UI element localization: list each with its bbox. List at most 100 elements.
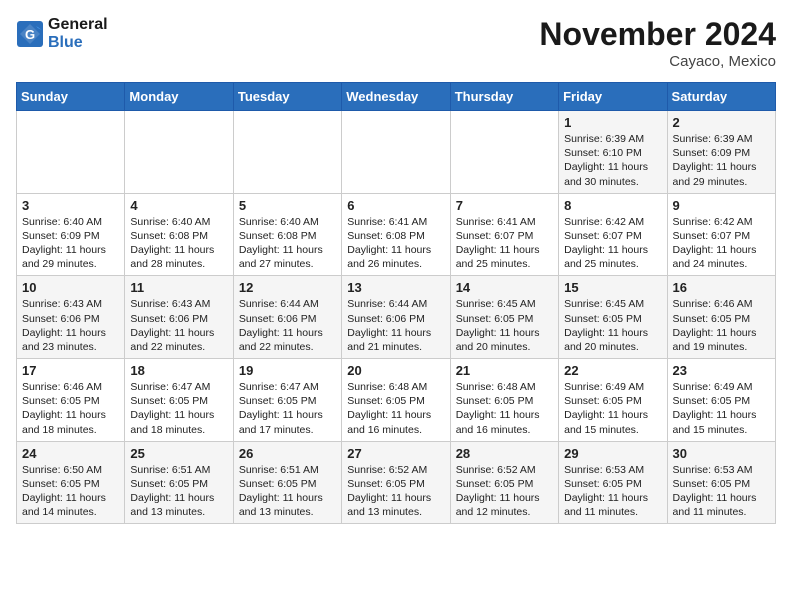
svg-text:G: G xyxy=(25,27,35,42)
day-number: 29 xyxy=(564,446,661,461)
calendar-cell: 6 Sunrise: 6:41 AM Sunset: 6:08 PM Daylig… xyxy=(342,193,450,276)
day-number: 21 xyxy=(456,363,553,378)
calendar-cell: 17Sunrise: 6:46 AM Sunset: 6:05 PM Dayli… xyxy=(17,359,125,442)
calendar-cell: 30 Sunrise: 6:53 AM Sunset: 6:05 PM Dayli… xyxy=(667,441,775,524)
cell-content: Sunrise: 6:50 AM Sunset: 6:05 PM Dayligh… xyxy=(22,463,119,520)
day-number: 19 xyxy=(239,363,336,378)
calendar-cell: 16 Sunrise: 6:46 AM Sunset: 6:05 PM Dayli… xyxy=(667,276,775,359)
day-number: 2 xyxy=(673,115,770,130)
cell-content: Sunrise: 6:40 AM Sunset: 6:08 PM Dayligh… xyxy=(130,215,227,272)
page-header: G General Blue November 2024 Cayaco, Mex… xyxy=(16,16,776,70)
calendar-cell: 27 Sunrise: 6:52 AM Sunset: 6:05 PM Dayli… xyxy=(342,441,450,524)
cell-content: Sunrise: 6:49 AM Sunset: 6:05 PM Dayligh… xyxy=(564,380,661,437)
header-wednesday: Wednesday xyxy=(342,83,450,111)
calendar-cell: 25 Sunrise: 6:51 AM Sunset: 6:05 PM Dayli… xyxy=(125,441,233,524)
day-number: 13 xyxy=(347,280,444,295)
calendar-cell: 24 Sunrise: 6:50 AM Sunset: 6:05 PM Dayli… xyxy=(17,441,125,524)
cell-content: Sunrise: 6:45 AM Sunset: 6:05 PM Dayligh… xyxy=(456,297,553,354)
calendar-cell: 26 Sunrise: 6:51 AM Sunset: 6:05 PM Dayli… xyxy=(233,441,341,524)
calendar-cell: 15 Sunrise: 6:45 AM Sunset: 6:05 PM Dayli… xyxy=(559,276,667,359)
cell-content: Sunrise: 6:52 AM Sunset: 6:05 PM Dayligh… xyxy=(456,463,553,520)
calendar-cell: 8 Sunrise: 6:42 AM Sunset: 6:07 PM Daylig… xyxy=(559,193,667,276)
header-saturday: Saturday xyxy=(667,83,775,111)
calendar-cell: 22 Sunrise: 6:49 AM Sunset: 6:05 PM Dayli… xyxy=(559,359,667,442)
day-number: 22 xyxy=(564,363,661,378)
cell-content: Sunrise: 6:39 AM Sunset: 6:09 PM Dayligh… xyxy=(673,132,770,189)
calendar-cell: 28 Sunrise: 6:52 AM Sunset: 6:05 PM Dayli… xyxy=(450,441,558,524)
header-monday: Monday xyxy=(125,83,233,111)
calendar-cell xyxy=(450,111,558,194)
cell-content: Sunrise: 6:53 AM Sunset: 6:05 PM Dayligh… xyxy=(564,463,661,520)
cell-content: Sunrise: 6:53 AM Sunset: 6:05 PM Dayligh… xyxy=(673,463,770,520)
day-number: 15 xyxy=(564,280,661,295)
cell-content: Sunrise: 6:42 AM Sunset: 6:07 PM Dayligh… xyxy=(673,215,770,272)
title-block: November 2024 Cayaco, Mexico xyxy=(539,16,776,70)
calendar-cell: 11 Sunrise: 6:43 AM Sunset: 6:06 PM Dayli… xyxy=(125,276,233,359)
day-number: 4 xyxy=(130,198,227,213)
cell-content: Sunrise: 6:41 AM Sunset: 6:08 PM Dayligh… xyxy=(347,215,444,272)
day-number: 27 xyxy=(347,446,444,461)
day-number: 20 xyxy=(347,363,444,378)
day-number: 28 xyxy=(456,446,553,461)
calendar-cell: 20Sunrise: 6:48 AM Sunset: 6:05 PM Dayli… xyxy=(342,359,450,442)
day-number: 23 xyxy=(673,363,770,378)
day-number: 9 xyxy=(673,198,770,213)
calendar-cell: 18Sunrise: 6:47 AM Sunset: 6:05 PM Dayli… xyxy=(125,359,233,442)
day-number: 11 xyxy=(130,280,227,295)
cell-content: Sunrise: 6:42 AM Sunset: 6:07 PM Dayligh… xyxy=(564,215,661,272)
day-number: 17 xyxy=(22,363,119,378)
cell-content: Sunrise: 6:47 AM Sunset: 6:05 PM Dayligh… xyxy=(239,380,336,437)
logo-text: General Blue xyxy=(48,16,108,51)
location: Cayaco, Mexico xyxy=(539,53,776,70)
cell-content: Sunrise: 6:44 AM Sunset: 6:06 PM Dayligh… xyxy=(347,297,444,354)
day-number: 24 xyxy=(22,446,119,461)
day-number: 12 xyxy=(239,280,336,295)
calendar-cell: 5 Sunrise: 6:40 AM Sunset: 6:08 PM Daylig… xyxy=(233,193,341,276)
day-number: 16 xyxy=(673,280,770,295)
calendar-cell: 13 Sunrise: 6:44 AM Sunset: 6:06 PM Dayli… xyxy=(342,276,450,359)
day-number: 25 xyxy=(130,446,227,461)
cell-content: Sunrise: 6:49 AM Sunset: 6:05 PM Dayligh… xyxy=(673,380,770,437)
cell-content: Sunrise: 6:39 AM Sunset: 6:10 PM Dayligh… xyxy=(564,132,661,189)
calendar-cell: 7 Sunrise: 6:41 AM Sunset: 6:07 PM Daylig… xyxy=(450,193,558,276)
cell-content: Sunrise: 6:40 AM Sunset: 6:09 PM Dayligh… xyxy=(22,215,119,272)
calendar-cell xyxy=(17,111,125,194)
cell-content: Sunrise: 6:46 AM Sunset: 6:05 PM Dayligh… xyxy=(673,297,770,354)
calendar-cell: 14Sunrise: 6:45 AM Sunset: 6:05 PM Dayli… xyxy=(450,276,558,359)
cell-content: Sunrise: 6:40 AM Sunset: 6:08 PM Dayligh… xyxy=(239,215,336,272)
logo-icon: G xyxy=(16,20,44,48)
day-number: 7 xyxy=(456,198,553,213)
header-friday: Friday xyxy=(559,83,667,111)
calendar-cell: 21 Sunrise: 6:48 AM Sunset: 6:05 PM Dayli… xyxy=(450,359,558,442)
day-number: 3 xyxy=(22,198,119,213)
day-number: 6 xyxy=(347,198,444,213)
calendar-cell: 29 Sunrise: 6:53 AM Sunset: 6:05 PM Dayli… xyxy=(559,441,667,524)
header-thursday: Thursday xyxy=(450,83,558,111)
header-tuesday: Tuesday xyxy=(233,83,341,111)
cell-content: Sunrise: 6:43 AM Sunset: 6:06 PM Dayligh… xyxy=(22,297,119,354)
cell-content: Sunrise: 6:51 AM Sunset: 6:05 PM Dayligh… xyxy=(130,463,227,520)
cell-content: Sunrise: 6:45 AM Sunset: 6:05 PM Dayligh… xyxy=(564,297,661,354)
cell-content: Sunrise: 6:44 AM Sunset: 6:06 PM Dayligh… xyxy=(239,297,336,354)
calendar-cell: 2 Sunrise: 6:39 AM Sunset: 6:09 PM Daylig… xyxy=(667,111,775,194)
cell-content: Sunrise: 6:43 AM Sunset: 6:06 PM Dayligh… xyxy=(130,297,227,354)
cell-content: Sunrise: 6:41 AM Sunset: 6:07 PM Dayligh… xyxy=(456,215,553,272)
calendar-table: SundayMondayTuesdayWednesdayThursdayFrid… xyxy=(16,82,776,524)
logo: G General Blue xyxy=(16,16,108,51)
cell-content: Sunrise: 6:52 AM Sunset: 6:05 PM Dayligh… xyxy=(347,463,444,520)
header-sunday: Sunday xyxy=(17,83,125,111)
day-number: 30 xyxy=(673,446,770,461)
day-number: 5 xyxy=(239,198,336,213)
day-number: 10 xyxy=(22,280,119,295)
calendar-cell: 19 Sunrise: 6:47 AM Sunset: 6:05 PM Dayli… xyxy=(233,359,341,442)
cell-content: Sunrise: 6:48 AM Sunset: 6:05 PM Dayligh… xyxy=(456,380,553,437)
day-number: 26 xyxy=(239,446,336,461)
day-number: 1 xyxy=(564,115,661,130)
month-title: November 2024 xyxy=(539,16,776,53)
cell-content: Sunrise: 6:51 AM Sunset: 6:05 PM Dayligh… xyxy=(239,463,336,520)
calendar-cell xyxy=(342,111,450,194)
calendar-cell xyxy=(233,111,341,194)
calendar-cell: 10 Sunrise: 6:43 AM Sunset: 6:06 PM Dayli… xyxy=(17,276,125,359)
day-number: 8 xyxy=(564,198,661,213)
calendar-header: SundayMondayTuesdayWednesdayThursdayFrid… xyxy=(17,83,776,111)
